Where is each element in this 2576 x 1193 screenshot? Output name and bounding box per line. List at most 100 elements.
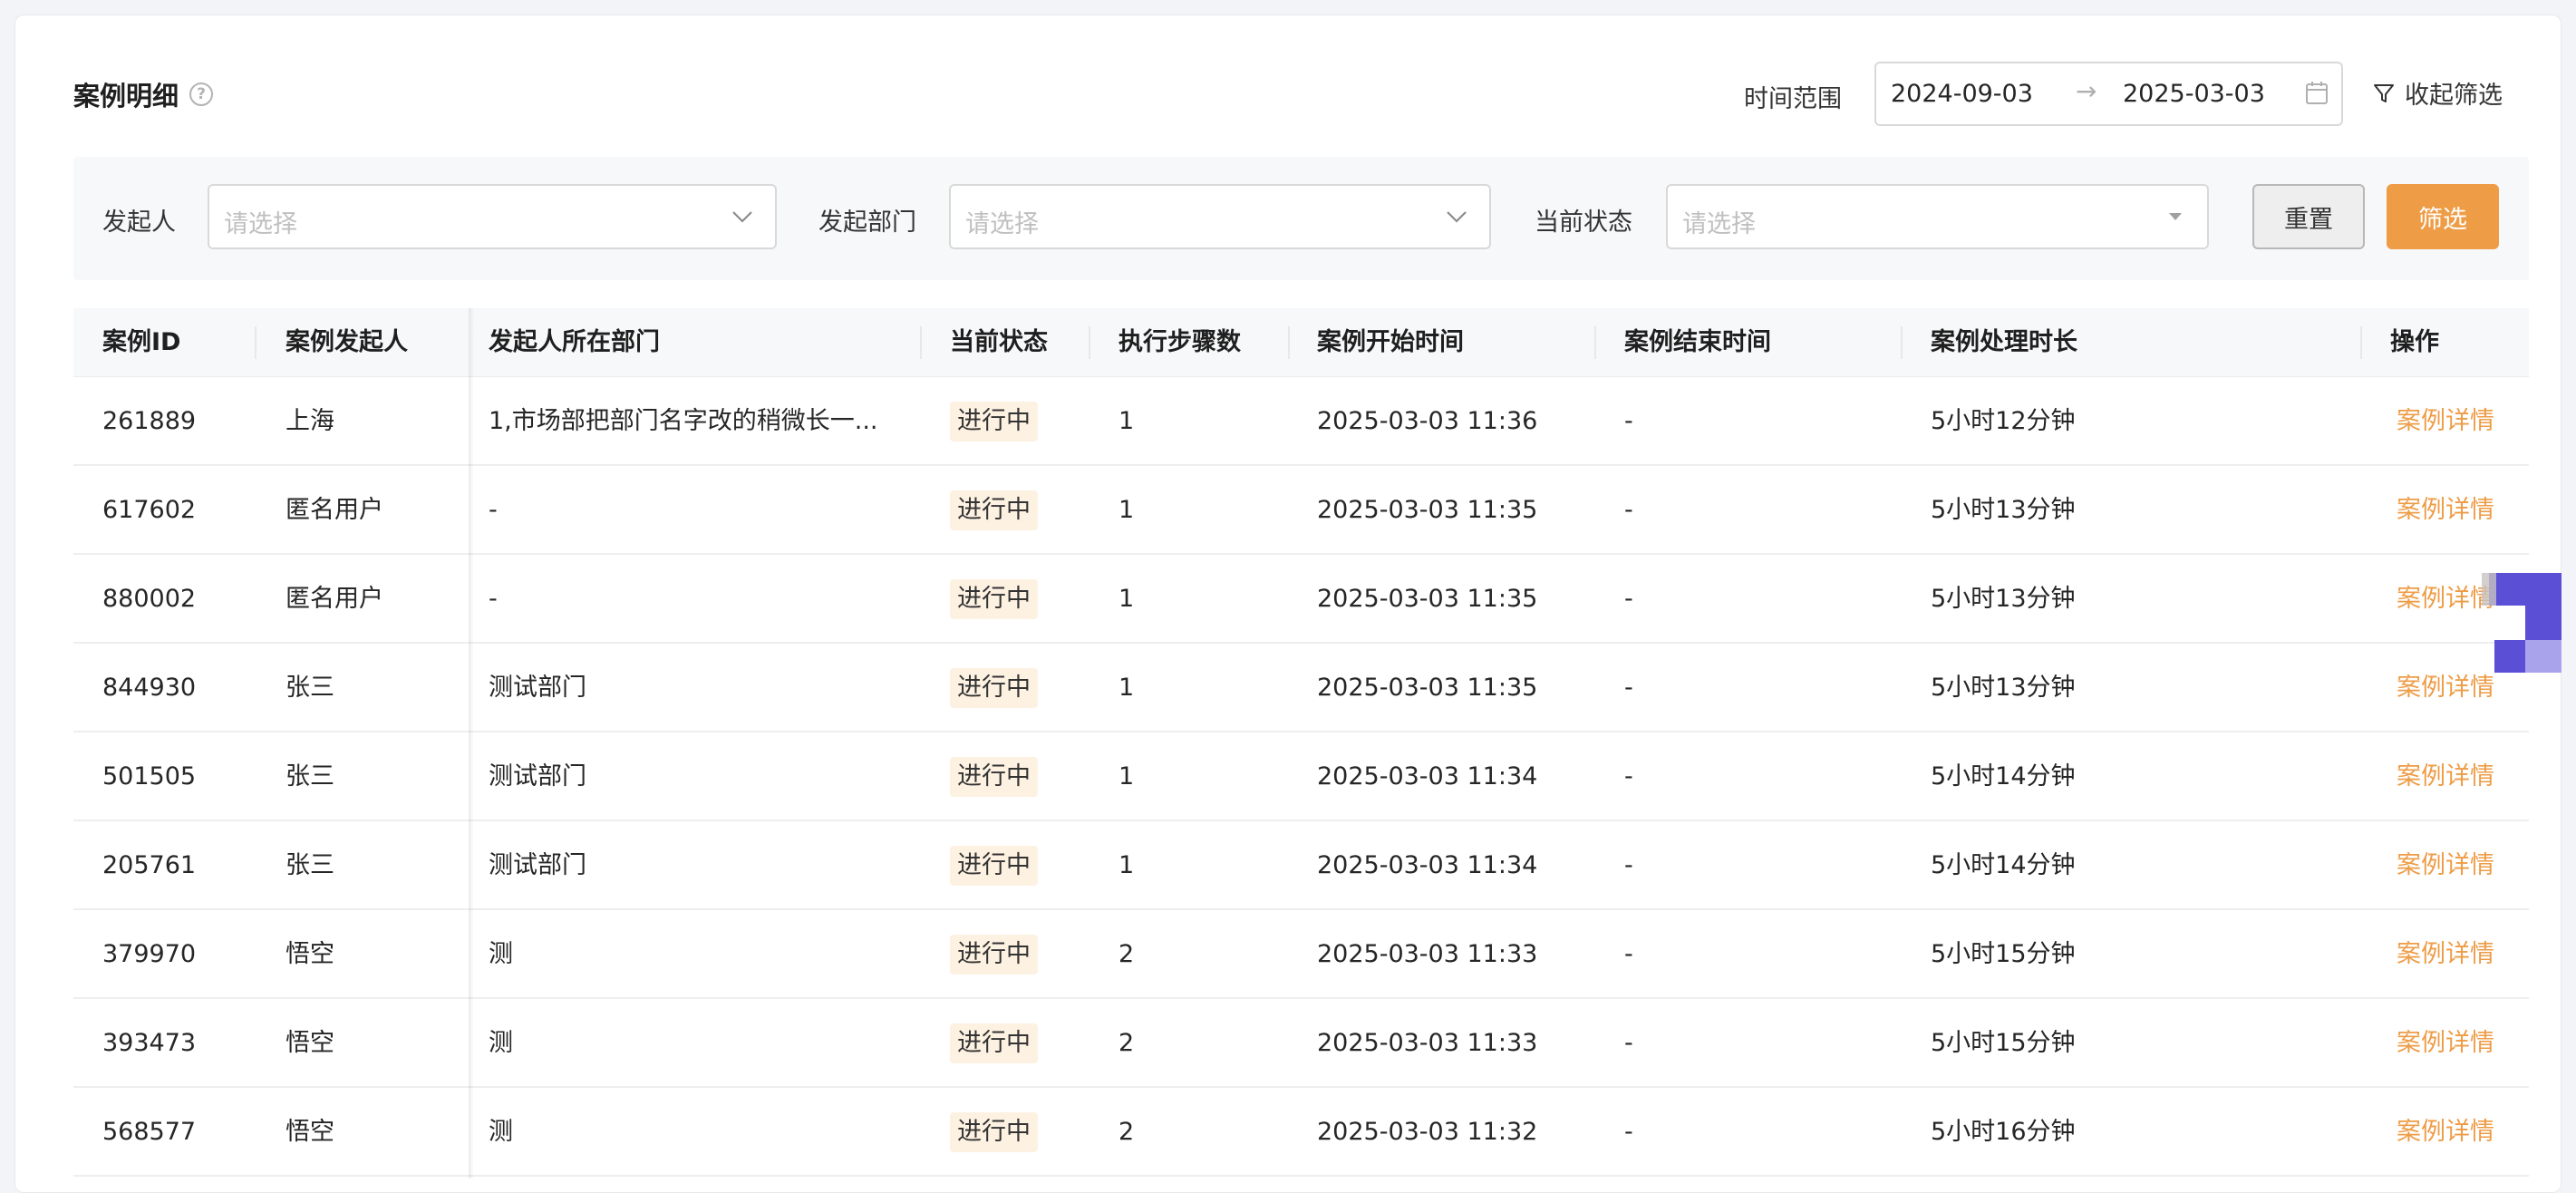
column-divider xyxy=(1594,326,1596,359)
cell-start-time: 2025-03-03 11:34 xyxy=(1317,762,1538,790)
cell-start-time: 2025-03-03 11:35 xyxy=(1317,585,1538,613)
cell-department: 测试部门 xyxy=(489,851,586,879)
cell-id: 568577 xyxy=(102,1118,197,1146)
cell-id: 205761 xyxy=(102,851,197,879)
cell-department: - xyxy=(489,585,498,613)
date-start-input[interactable]: 2024-09-03 xyxy=(1891,80,2033,108)
column-header-duration: 案例处理时长 xyxy=(1931,328,2077,356)
cell-initiator: 匿名用户 xyxy=(286,496,383,524)
status-placeholder: 请选择 xyxy=(1682,210,1756,238)
column-header-start: 案例开始时间 xyxy=(1317,328,1464,356)
cell-start-time: 2025-03-03 11:34 xyxy=(1317,851,1538,879)
cell-end-time: - xyxy=(1624,851,1633,879)
department-label: 发起部门 xyxy=(818,209,916,237)
cell-initiator: 悟空 xyxy=(286,1029,334,1057)
table-row: 379970 悟空 测 2 2025-03-03 11:33 - 5小时15分钟 进行中 案例详… xyxy=(73,910,2529,999)
cell-department: 测试部门 xyxy=(489,674,586,702)
case-detail-link[interactable]: 案例详情 xyxy=(2397,466,2494,555)
cell-initiator: 张三 xyxy=(286,674,334,702)
column-divider xyxy=(255,326,257,359)
floating-assistant-widget[interactable] xyxy=(2482,573,2561,673)
status-badge: 进行中 xyxy=(950,1023,1038,1063)
cell-id: 379970 xyxy=(102,940,197,968)
column-divider xyxy=(1901,326,1903,359)
filter-icon xyxy=(2374,83,2394,102)
initiator-select[interactable]: 请选择 xyxy=(208,184,777,249)
cell-department: 测试部门 xyxy=(489,762,586,790)
cell-steps: 1 xyxy=(1119,585,1135,613)
status-badge: 进行中 xyxy=(950,935,1038,975)
table-row: 261889 上海 1,市场部把部门名字改的稍微长一... 1 2025-03-03 1… xyxy=(73,377,2529,466)
status-label: 当前状态 xyxy=(1535,209,1632,237)
column-divider xyxy=(2360,326,2362,359)
question-circle-icon[interactable]: ? xyxy=(189,82,214,106)
cell-duration: 5小时13分钟 xyxy=(1931,674,2076,702)
status-badge: 进行中 xyxy=(950,579,1038,619)
status-badge: 进行中 xyxy=(950,846,1038,886)
initiator-label: 发起人 xyxy=(102,209,176,237)
cell-steps: 1 xyxy=(1119,496,1135,524)
department-select[interactable]: 请选择 xyxy=(949,184,1491,249)
cell-end-time: - xyxy=(1624,762,1633,790)
cell-end-time: - xyxy=(1624,496,1633,524)
case-detail-card: 案例明细 ? 时间范围 2024-09-03 → 2025-03-03 收起筛选… xyxy=(15,15,2561,1193)
cell-start-time: 2025-03-03 11:33 xyxy=(1317,940,1538,968)
table-row: 617602 匿名用户 - 1 2025-03-03 11:35 - 5小时13分钟 进行中 案… xyxy=(73,466,2529,555)
filter-button[interactable]: 筛选 xyxy=(2387,184,2499,249)
case-detail-link[interactable]: 案例详情 xyxy=(2397,555,2494,644)
column-divider xyxy=(1288,326,1290,359)
case-detail-link[interactable]: 案例详情 xyxy=(2397,910,2494,999)
cell-department: 测 xyxy=(489,940,513,968)
cell-steps: 2 xyxy=(1119,1029,1135,1057)
calendar-icon xyxy=(2306,82,2328,104)
table-row: 393473 悟空 测 2 2025-03-03 11:33 - 5小时15分钟 进行中 案例详… xyxy=(73,999,2529,1088)
initiator-placeholder: 请选择 xyxy=(224,210,297,238)
date-range-picker[interactable]: 2024-09-03 → 2025-03-03 xyxy=(1874,62,2343,126)
table-header: 案例ID 案例发起人 发起人所在部门 当前状态 执行步骤数 案例开始时间 案例结… xyxy=(73,308,2529,377)
status-badge: 进行中 xyxy=(950,1112,1038,1152)
cell-steps: 2 xyxy=(1119,1118,1135,1146)
cell-id: 393473 xyxy=(102,1029,197,1057)
chevron-down-icon xyxy=(1447,211,1467,223)
column-divider xyxy=(1089,326,1090,359)
cell-steps: 2 xyxy=(1119,940,1135,968)
cell-duration: 5小时14分钟 xyxy=(1931,851,2076,879)
column-header-steps: 执行步骤数 xyxy=(1119,328,1241,356)
cell-initiator: 张三 xyxy=(286,851,334,879)
column-divider xyxy=(920,326,922,359)
chevron-down-icon xyxy=(732,211,752,223)
collapse-filter-label: 收起筛选 xyxy=(2405,82,2503,110)
table-row: 880002 匿名用户 - 1 2025-03-03 11:35 - 5小时13分钟 进行中 案… xyxy=(73,555,2529,644)
case-detail-link[interactable]: 案例详情 xyxy=(2397,644,2494,732)
cell-initiator: 张三 xyxy=(286,762,334,790)
cell-duration: 5小时13分钟 xyxy=(1931,496,2076,524)
status-badge: 进行中 xyxy=(950,402,1038,441)
collapse-filter-button[interactable]: 收起筛选 xyxy=(2372,75,2503,111)
table-row: 844930 张三 测试部门 1 2025-03-03 11:35 - 5小时13分钟 进行中… xyxy=(73,644,2529,732)
table-row: 205761 张三 测试部门 1 2025-03-03 11:34 - 5小时14分钟 进行中… xyxy=(73,821,2529,910)
cell-start-time: 2025-03-03 11:35 xyxy=(1317,674,1538,702)
cell-start-time: 2025-03-03 11:35 xyxy=(1317,496,1538,524)
cell-id: 261889 xyxy=(102,407,197,435)
cell-id: 844930 xyxy=(102,674,197,702)
status-select[interactable]: 请选择 xyxy=(1666,184,2209,249)
cell-start-time: 2025-03-03 11:36 xyxy=(1317,407,1538,435)
cell-initiator: 上海 xyxy=(286,407,334,435)
cell-duration: 5小时13分钟 xyxy=(1931,585,2076,613)
cell-end-time: - xyxy=(1624,940,1633,968)
date-end-input[interactable]: 2025-03-03 xyxy=(2123,80,2265,108)
arrow-right-icon: → xyxy=(2076,76,2097,106)
cell-start-time: 2025-03-03 11:32 xyxy=(1317,1118,1538,1146)
case-detail-link[interactable]: 案例详情 xyxy=(2397,821,2494,910)
cell-initiator: 匿名用户 xyxy=(286,585,383,613)
table-row: 568577 悟空 测 2 2025-03-03 11:32 - 5小时16分钟 进行中 案例详… xyxy=(73,1088,2529,1177)
cell-end-time: - xyxy=(1624,1029,1633,1057)
case-detail-link[interactable]: 案例详情 xyxy=(2397,732,2494,821)
case-detail-link[interactable]: 案例详情 xyxy=(2397,377,2494,466)
cell-end-time: - xyxy=(1624,585,1633,613)
reset-button[interactable]: 重置 xyxy=(2252,184,2365,249)
case-detail-link[interactable]: 案例详情 xyxy=(2397,1088,2494,1177)
status-badge: 进行中 xyxy=(950,668,1038,708)
column-header-department: 发起人所在部门 xyxy=(489,328,660,356)
case-detail-link[interactable]: 案例详情 xyxy=(2397,999,2494,1088)
